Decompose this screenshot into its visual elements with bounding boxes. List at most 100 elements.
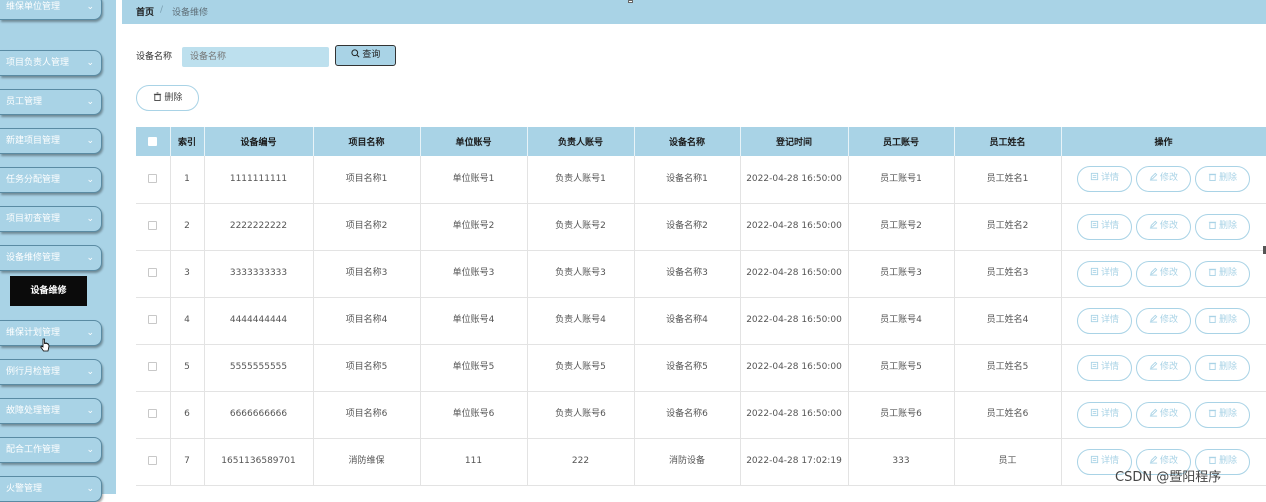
owner-account-cell: 负责人账号2 bbox=[527, 203, 635, 251]
sidebar-item-project-owner[interactable]: 项目负责人管理 ⌄ bbox=[0, 50, 102, 76]
search-button[interactable]: 查询 bbox=[335, 45, 396, 66]
sidebar-item-maintenance-plan[interactable]: 维保计划管理 ⌄ bbox=[0, 320, 102, 346]
delete-button[interactable]: 删除 bbox=[1195, 166, 1250, 193]
column-header: 员工账号 bbox=[848, 127, 955, 156]
delete-button[interactable]: 删除 bbox=[1195, 354, 1250, 381]
search-input[interactable] bbox=[182, 47, 329, 67]
column-header: 单位账号 bbox=[420, 127, 528, 156]
row-select-cell bbox=[136, 438, 171, 486]
edit-label: 修改 bbox=[1159, 220, 1178, 231]
detail-button[interactable]: 详情 bbox=[1077, 401, 1132, 428]
staff-name-cell: 员工姓名1 bbox=[954, 156, 1062, 204]
detail-button[interactable]: 详情 bbox=[1077, 260, 1132, 287]
index-cell: 2 bbox=[170, 203, 205, 251]
detail-button[interactable]: 详情 bbox=[1077, 354, 1132, 381]
delete-label: 删除 bbox=[1218, 220, 1237, 231]
register-time-cell: 2022-04-28 16:50:00 bbox=[740, 391, 849, 439]
sidebar-item-staff[interactable]: 员工管理 ⌄ bbox=[0, 89, 102, 115]
staff-name-cell: 员工姓名6 bbox=[954, 391, 1062, 439]
index-cell: 6 bbox=[170, 391, 205, 439]
project-name-cell: 项目名称5 bbox=[313, 344, 421, 392]
device-no-cell: 6666666666 bbox=[204, 391, 314, 439]
sidebar-item-monthly-check[interactable]: 例行月检管理 ⌄ bbox=[0, 359, 102, 385]
sidebar-item-label: 例行月检管理 bbox=[6, 367, 61, 377]
owner-account-cell: 222 bbox=[527, 438, 635, 486]
column-header: 员工姓名 bbox=[954, 127, 1062, 156]
sidebar-item-label: 配合工作管理 bbox=[6, 445, 61, 455]
table-row: 5 5555555555 项目名称5 单位账号5 负责人账号5 设备名称5 2022-04-… bbox=[136, 344, 1266, 392]
staff-account-cell: 员工账号3 bbox=[848, 250, 955, 298]
sidebar-item-cooperation[interactable]: 配合工作管理 ⌄ bbox=[0, 437, 102, 463]
batch-delete-button[interactable]: 删除 bbox=[136, 85, 199, 111]
staff-account-cell: 员工账号1 bbox=[848, 156, 955, 204]
register-time-cell: 2022-04-28 16:50:00 bbox=[740, 297, 849, 345]
detail-icon bbox=[1090, 173, 1099, 181]
row-checkbox[interactable] bbox=[148, 173, 158, 183]
table-row: 4 4444444444 项目名称4 单位账号4 负责人账号4 设备名称4 2022-04-… bbox=[136, 297, 1266, 345]
detail-label: 详情 bbox=[1100, 455, 1119, 466]
device-no-cell: 4444444444 bbox=[204, 297, 314, 345]
register-time-cell: 2022-04-28 16:50:00 bbox=[740, 344, 849, 392]
chevron-down-icon: ⌄ bbox=[86, 2, 94, 12]
edit-button[interactable]: 修改 bbox=[1136, 307, 1191, 334]
row-checkbox[interactable] bbox=[148, 268, 158, 277]
detail-label: 详情 bbox=[1100, 173, 1119, 184]
chevron-down-icon: ⌄ bbox=[86, 58, 94, 68]
column-header: 设备名称 bbox=[634, 127, 741, 156]
row-checkbox[interactable] bbox=[148, 315, 158, 324]
sidebar-item-new-project[interactable]: 新建项目管理 ⌄ bbox=[0, 128, 102, 154]
search-button-label: 查询 bbox=[362, 50, 381, 60]
unit-account-cell: 111 bbox=[420, 438, 528, 486]
delete-button[interactable]: 删除 bbox=[1195, 213, 1250, 240]
sidebar-item-label: 任务分配管理 bbox=[6, 175, 61, 185]
detail-button[interactable]: 详情 bbox=[1077, 307, 1132, 334]
submenu-item-device-repair[interactable]: 设备维修 bbox=[10, 276, 87, 306]
staff-name-cell: 员工 bbox=[954, 438, 1062, 486]
detail-button[interactable]: 详情 bbox=[1077, 213, 1132, 240]
row-checkbox[interactable] bbox=[148, 409, 158, 418]
sidebar-item-label: 维保单位管理 bbox=[6, 2, 61, 12]
delete-button[interactable]: 删除 bbox=[1195, 307, 1250, 334]
sidebar-item-fire-alarm[interactable]: 火警管理 ⌄ bbox=[0, 476, 102, 502]
detail-icon bbox=[1090, 314, 1099, 322]
sidebar-item-fault-handling[interactable]: 故障处理管理 ⌄ bbox=[0, 398, 102, 424]
delete-button[interactable]: 删除 bbox=[1195, 260, 1250, 287]
unit-account-cell: 单位账号1 bbox=[420, 156, 528, 204]
breadcrumb-separator: / bbox=[160, 5, 164, 15]
row-checkbox[interactable] bbox=[148, 221, 158, 230]
detail-label: 详情 bbox=[1100, 408, 1119, 419]
edit-button[interactable]: 修改 bbox=[1136, 213, 1191, 240]
device-name-cell: 设备名称5 bbox=[634, 344, 741, 392]
trash-icon bbox=[1208, 174, 1217, 182]
delete-label: 删除 bbox=[1218, 173, 1237, 184]
trash-icon bbox=[153, 92, 161, 101]
sidebar-item-task-assign[interactable]: 任务分配管理 ⌄ bbox=[0, 167, 102, 193]
delete-button[interactable]: 删除 bbox=[1195, 401, 1250, 428]
staff-name-cell: 员工姓名5 bbox=[954, 344, 1062, 392]
actions-cell: 详情 修改 删除 bbox=[1061, 156, 1266, 204]
sidebar-item-device-repair[interactable]: 设备维修管理 ⌄ bbox=[0, 245, 102, 271]
search-label: 设备名称 bbox=[136, 52, 173, 62]
edit-button[interactable]: 修改 bbox=[1136, 166, 1191, 193]
detail-button[interactable]: 详情 bbox=[1077, 166, 1132, 193]
edit-icon bbox=[1149, 408, 1158, 417]
sidebar-item-project-inspection[interactable]: 项目初查管理 ⌄ bbox=[0, 206, 102, 232]
row-checkbox[interactable] bbox=[148, 456, 158, 465]
unit-account-cell: 单位账号3 bbox=[420, 250, 528, 298]
select-all-checkbox[interactable] bbox=[148, 136, 158, 146]
edit-button[interactable]: 修改 bbox=[1136, 260, 1191, 287]
detail-icon bbox=[1090, 220, 1099, 228]
column-header: 项目名称 bbox=[313, 127, 421, 156]
actions-cell: 详情 修改 删除 bbox=[1061, 344, 1266, 392]
row-checkbox[interactable] bbox=[148, 362, 158, 371]
edit-button[interactable]: 修改 bbox=[1136, 354, 1191, 381]
device-name-cell: 设备名称1 bbox=[634, 156, 741, 204]
sidebar-item-maintenance-unit[interactable]: 维保单位管理 ⌄ bbox=[0, 0, 102, 20]
edit-button[interactable]: 修改 bbox=[1136, 401, 1191, 428]
mouse-cursor-icon bbox=[40, 338, 50, 352]
breadcrumb-home[interactable]: 首页 bbox=[136, 5, 154, 18]
device-name-cell: 设备名称4 bbox=[634, 297, 741, 345]
resize-handle[interactable] bbox=[628, 0, 633, 3]
detail-icon bbox=[1090, 408, 1099, 416]
unit-account-cell: 单位账号6 bbox=[420, 391, 528, 439]
